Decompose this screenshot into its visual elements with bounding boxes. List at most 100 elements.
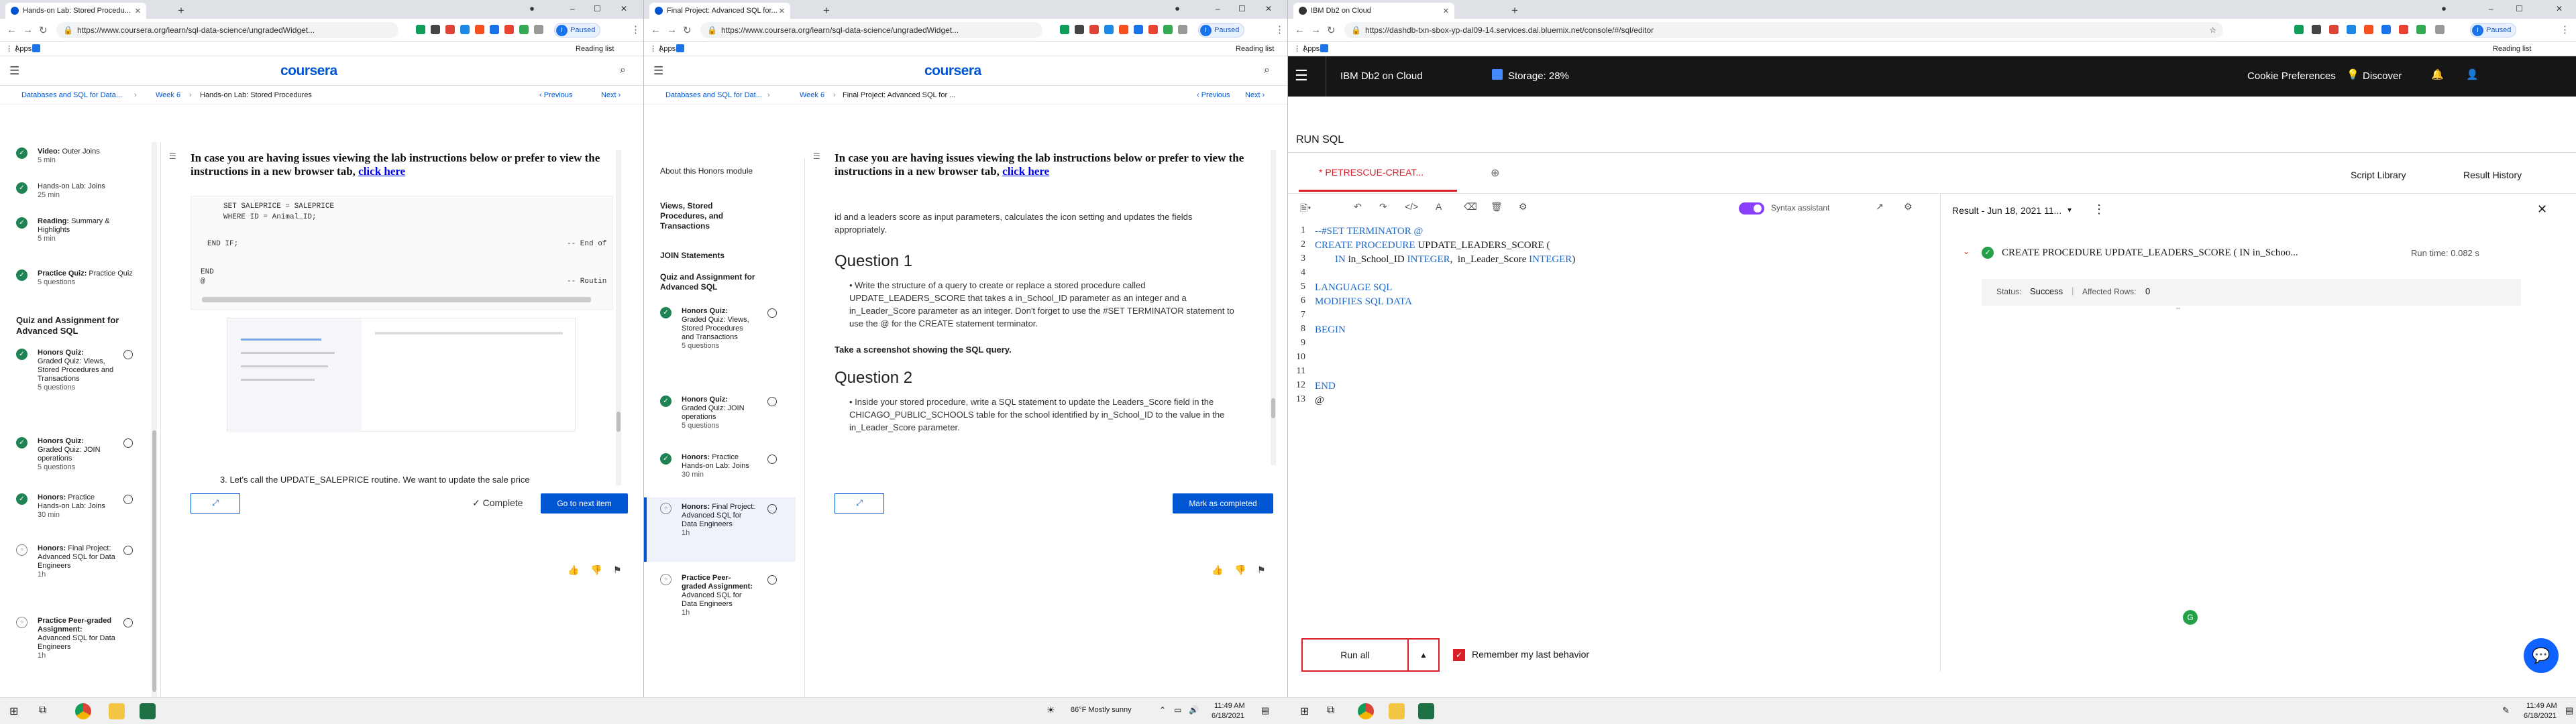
menu-icon[interactable]: ⋮ bbox=[1275, 23, 1285, 36]
bookmark-icon[interactable] bbox=[32, 44, 40, 52]
sidebar-item-views[interactable]: Views, Stored Procedures, and Transactio… bbox=[660, 201, 747, 231]
extension-icon[interactable] bbox=[1075, 25, 1084, 34]
flag-icon[interactable]: ⚑ bbox=[1257, 564, 1266, 576]
flag-icon[interactable]: ⚑ bbox=[613, 564, 622, 576]
tab-hands-on-lab[interactable]: Hands-on Lab: Stored Procedu... ✕ bbox=[5, 3, 146, 19]
code-scrollbar[interactable] bbox=[202, 297, 591, 302]
notifications-icon[interactable]: ▤ bbox=[2565, 705, 2573, 716]
delete-icon[interactable]: 🗑 bbox=[1491, 201, 1503, 213]
go-to-next-item-button[interactable]: Go to next item bbox=[541, 493, 628, 514]
close-tab-icon[interactable]: ✕ bbox=[135, 7, 141, 15]
chevron-down-icon[interactable]: ⌄ bbox=[1963, 247, 1970, 256]
extension-icon[interactable] bbox=[1119, 25, 1128, 34]
chrome-taskbar-icon[interactable] bbox=[1358, 703, 1374, 719]
code-line[interactable]: IN in_School_ID INTEGER, in_Leader_Score… bbox=[1315, 253, 1575, 267]
volume-icon[interactable]: 🔊 bbox=[1189, 705, 1199, 715]
content-scrollbar[interactable] bbox=[616, 150, 621, 485]
breadcrumb-course[interactable]: Databases and SQL for Data... bbox=[21, 91, 122, 99]
file-explorer-icon[interactable] bbox=[109, 703, 125, 719]
sidebar-item-about[interactable]: About this Honors module bbox=[660, 166, 761, 176]
tab-ibm-db2[interactable]: IBM Db2 on Cloud ✕ bbox=[1293, 3, 1454, 19]
sql-editor[interactable]: 1 --#SET TERMINATOR @ 2 CREATE PROCEDURE UP… bbox=[1288, 225, 1940, 627]
puzzle-icon[interactable] bbox=[1178, 25, 1187, 34]
reload-icon[interactable]: ↻ bbox=[683, 24, 692, 36]
search-icon[interactable]: ⌕ bbox=[1264, 64, 1270, 76]
chrome-taskbar-icon[interactable] bbox=[75, 703, 91, 719]
excel-icon[interactable] bbox=[1418, 703, 1434, 719]
extension-icon[interactable] bbox=[1148, 25, 1158, 34]
pen-icon[interactable]: ✎ bbox=[2502, 705, 2510, 716]
result-history-link[interactable]: Result History bbox=[2463, 170, 2522, 180]
extension-icon[interactable] bbox=[2347, 25, 2356, 34]
extension-icon[interactable] bbox=[2381, 25, 2391, 34]
notification-bell-icon[interactable]: 🔔 bbox=[2431, 68, 2444, 80]
apps-link[interactable]: Apps bbox=[15, 45, 32, 53]
expand-button[interactable]: ⤢ bbox=[835, 493, 884, 514]
windows-start-icon[interactable]: ⊞ bbox=[1300, 705, 1309, 718]
coursera-logo[interactable]: coursera bbox=[924, 63, 981, 79]
close-window-icon[interactable]: ✕ bbox=[1265, 4, 1272, 13]
new-tab-icon[interactable]: + bbox=[1508, 4, 1521, 17]
new-tab-icon[interactable]: + bbox=[820, 4, 833, 17]
reload-icon[interactable]: ↻ bbox=[1327, 24, 1336, 36]
discover-link[interactable]: Discover bbox=[2363, 70, 2402, 82]
close-tab-icon[interactable]: ✕ bbox=[779, 7, 785, 15]
thumbs-up-icon[interactable]: 👍 bbox=[568, 564, 579, 576]
bookmark-icon[interactable] bbox=[676, 44, 684, 52]
code-line[interactable]: END bbox=[1315, 379, 1336, 394]
extension-icon[interactable] bbox=[2364, 25, 2373, 34]
minimize-icon[interactable]: – bbox=[570, 4, 575, 13]
apps-link[interactable]: Apps bbox=[1303, 45, 1320, 53]
sidebar-item-join[interactable]: JOIN Statements bbox=[660, 251, 761, 260]
click-here-link[interactable]: click here bbox=[1002, 165, 1049, 178]
reading-list-link[interactable]: Reading list bbox=[1236, 45, 1274, 53]
extension-icon[interactable] bbox=[1134, 25, 1143, 34]
previous-link[interactable]: ‹ Previous bbox=[539, 91, 573, 99]
cookie-preferences-link[interactable]: Cookie Preferences bbox=[2247, 70, 2336, 82]
forward-icon[interactable]: → bbox=[667, 24, 677, 36]
extension-icon[interactable] bbox=[445, 25, 455, 34]
grammarly-icon[interactable]: G bbox=[2183, 610, 2198, 625]
thumbs-down-icon[interactable]: 👎 bbox=[1234, 564, 1246, 576]
clear-icon[interactable]: ⌫ bbox=[1464, 201, 1477, 213]
remember-checkbox[interactable]: ✓ bbox=[1453, 649, 1465, 661]
extension-icon[interactable] bbox=[431, 25, 440, 34]
reload-icon[interactable]: ↻ bbox=[39, 24, 48, 36]
tray-up-icon[interactable]: ⌃ bbox=[1159, 705, 1166, 715]
hamburger-icon[interactable]: ☰ bbox=[1295, 67, 1308, 84]
profile-paused-button[interactable]: I Paused bbox=[554, 23, 601, 38]
close-window-icon[interactable]: ✕ bbox=[621, 4, 627, 13]
save-icon[interactable]: 🗎▾ bbox=[1300, 201, 1311, 217]
extension-icon[interactable] bbox=[2312, 25, 2321, 34]
next-link[interactable]: Next › bbox=[1245, 91, 1265, 99]
code-line[interactable]: @ bbox=[1315, 394, 1324, 408]
extension-icon[interactable] bbox=[504, 25, 514, 34]
code-line[interactable]: MODIFIES SQL DATA bbox=[1315, 295, 1412, 309]
thumbs-up-icon[interactable]: 👍 bbox=[1212, 564, 1223, 576]
extension-icon[interactable] bbox=[2294, 25, 2304, 34]
content-scrollbar[interactable] bbox=[1271, 150, 1276, 465]
notifications-icon[interactable]: ▤ bbox=[1261, 705, 1269, 716]
result-selector[interactable]: Result - Jun 18, 2021 11... bbox=[1952, 205, 2061, 216]
puzzle-icon[interactable] bbox=[534, 25, 543, 34]
extension-icon[interactable] bbox=[1060, 25, 1069, 34]
previous-link[interactable]: ‹ Previous bbox=[1197, 91, 1230, 99]
clock-date[interactable]: 6/18/2021 bbox=[1212, 712, 1244, 720]
format-icon[interactable]: A bbox=[1436, 201, 1442, 212]
settings-icon[interactable]: ⚙ bbox=[1904, 201, 1913, 213]
extension-icon[interactable] bbox=[416, 25, 425, 34]
url-field[interactable]: 🔒 https://www.coursera.org/learn/sql-data… bbox=[56, 22, 398, 38]
syntax-toggle[interactable] bbox=[1739, 202, 1764, 215]
profile-paused-button[interactable]: I Paused bbox=[1198, 23, 1245, 38]
extension-icon[interactable] bbox=[1104, 25, 1114, 34]
breadcrumb-week[interactable]: Week 6 bbox=[156, 91, 180, 99]
explain-icon[interactable]: ⚙ bbox=[1519, 201, 1527, 213]
click-here-link[interactable]: click here bbox=[358, 165, 405, 178]
undo-icon[interactable]: ↶ bbox=[1354, 201, 1362, 213]
new-tab-icon[interactable]: + bbox=[174, 4, 188, 17]
extension-icon[interactable] bbox=[475, 25, 484, 34]
extension-icon[interactable] bbox=[490, 25, 499, 34]
code-line[interactable]: --#SET TERMINATOR @ bbox=[1315, 225, 1423, 239]
forward-icon[interactable]: → bbox=[1311, 24, 1321, 36]
thumbs-down-icon[interactable]: 👎 bbox=[590, 564, 602, 576]
